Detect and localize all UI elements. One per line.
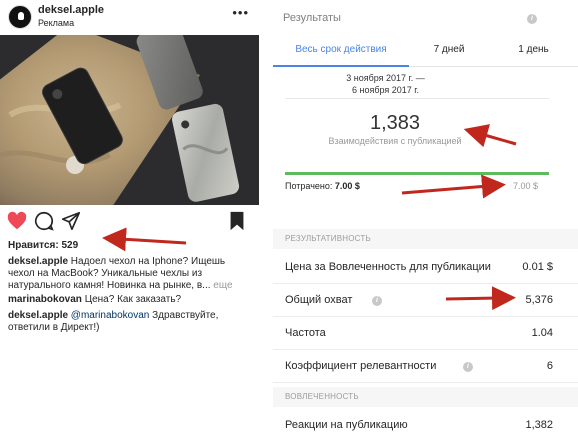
bookmark-icon[interactable] <box>226 210 248 232</box>
metric-label: Цена за Вовлеченность для публикации <box>285 261 491 273</box>
avatar[interactable] <box>8 5 32 29</box>
metric-row: Частота 1.04 <box>273 317 578 350</box>
heart-icon[interactable] <box>6 210 28 232</box>
share-icon[interactable] <box>60 210 82 232</box>
budget-total: 7.00 $ <box>512 181 538 191</box>
metric-value: 1,382 <box>525 419 553 431</box>
tab-1-day[interactable]: 1 день <box>489 33 578 67</box>
date-start: 3 ноября 2017 г. — <box>346 73 425 83</box>
metric-value: 5,376 <box>525 294 553 306</box>
metric-row: Цена за Вовлеченность для публикации 0.0… <box>273 251 578 284</box>
comment-icon[interactable] <box>33 210 55 232</box>
metric-label: Общий охват <box>285 294 353 306</box>
comment: deksel.apple @marinabokovan Здравствуйте… <box>8 310 254 334</box>
panel-divider <box>259 0 273 444</box>
metric-label: Частота <box>285 327 326 339</box>
post-header: deksel.apple Реклама ••• <box>0 0 259 34</box>
info-icon[interactable]: i <box>463 362 473 372</box>
period-tabs: Весь срок действия 7 дней 1 день <box>273 33 578 67</box>
date-end: 6 ноября 2017 г. <box>352 85 419 95</box>
metric-row: Коэффициент релевантности i 6 <box>273 350 578 383</box>
info-icon[interactable]: i <box>372 296 382 306</box>
results-panel: Результаты i Весь срок действия 7 дней 1… <box>273 0 578 444</box>
comment-username[interactable]: marinabokovan <box>8 294 82 305</box>
spent-value: 7.00 $ <box>334 181 360 191</box>
engagement-header: ВОВЛЕЧЕННОСТЬ <box>273 387 578 407</box>
performance-header: РЕЗУЛЬТАТИВНОСТЬ <box>273 229 578 249</box>
sponsored-label: Реклама <box>38 18 75 28</box>
metric-value: 6 <box>546 360 553 372</box>
metric-row: Общий охват i 5,376 <box>273 284 578 317</box>
comment-username[interactable]: deksel.apple <box>8 310 68 321</box>
spent-label-text: Потрачено: <box>285 181 333 191</box>
caption-more-link[interactable]: еще <box>211 280 232 291</box>
post-username[interactable]: deksel.apple <box>38 4 104 16</box>
budget-progress-bar <box>285 172 549 175</box>
more-icon[interactable]: ••• <box>232 6 249 20</box>
tab-lifetime[interactable]: Весь срок действия <box>273 33 409 67</box>
caption-username[interactable]: deksel.apple <box>8 256 68 267</box>
post-caption: deksel.apple Надоел чехол на Iphone? Ище… <box>8 256 254 292</box>
spent-label: Потрачено: 7.00 $ <box>285 181 360 191</box>
budget-progress-fill <box>285 172 549 175</box>
comment: marinabokovan Цена? Как заказать? <box>8 294 254 306</box>
metric-value: 0.01 $ <box>522 261 553 273</box>
product-photo <box>0 35 259 205</box>
metric-value: 1.04 <box>531 327 553 339</box>
metric-label: Коэффициент релевантности <box>285 360 437 372</box>
interactions-label: Взаимодействия с публикацией <box>328 136 462 146</box>
metric-row: Реакции на публикацию 1,382 <box>273 409 578 442</box>
post-actions <box>0 210 259 236</box>
results-title: Результаты <box>283 12 341 24</box>
info-icon[interactable]: i <box>527 14 537 24</box>
interactions-value: 1,383 <box>369 112 421 134</box>
divider <box>285 98 549 99</box>
post-image[interactable] <box>0 35 259 205</box>
comment-mention[interactable]: @marinabokovan <box>68 310 150 321</box>
date-range: 3 ноября 2017 г. — 6 ноября 2017 г. <box>273 72 498 96</box>
tab-7-days[interactable]: 7 дней <box>409 33 489 67</box>
instagram-post: deksel.apple Реклама ••• Нравится: 529 d… <box>0 0 259 444</box>
metric-label: Реакции на публикацию <box>285 419 408 431</box>
comment-text: Цена? Как заказать? <box>81 294 182 305</box>
likes-count[interactable]: Нравится: 529 <box>8 240 78 251</box>
